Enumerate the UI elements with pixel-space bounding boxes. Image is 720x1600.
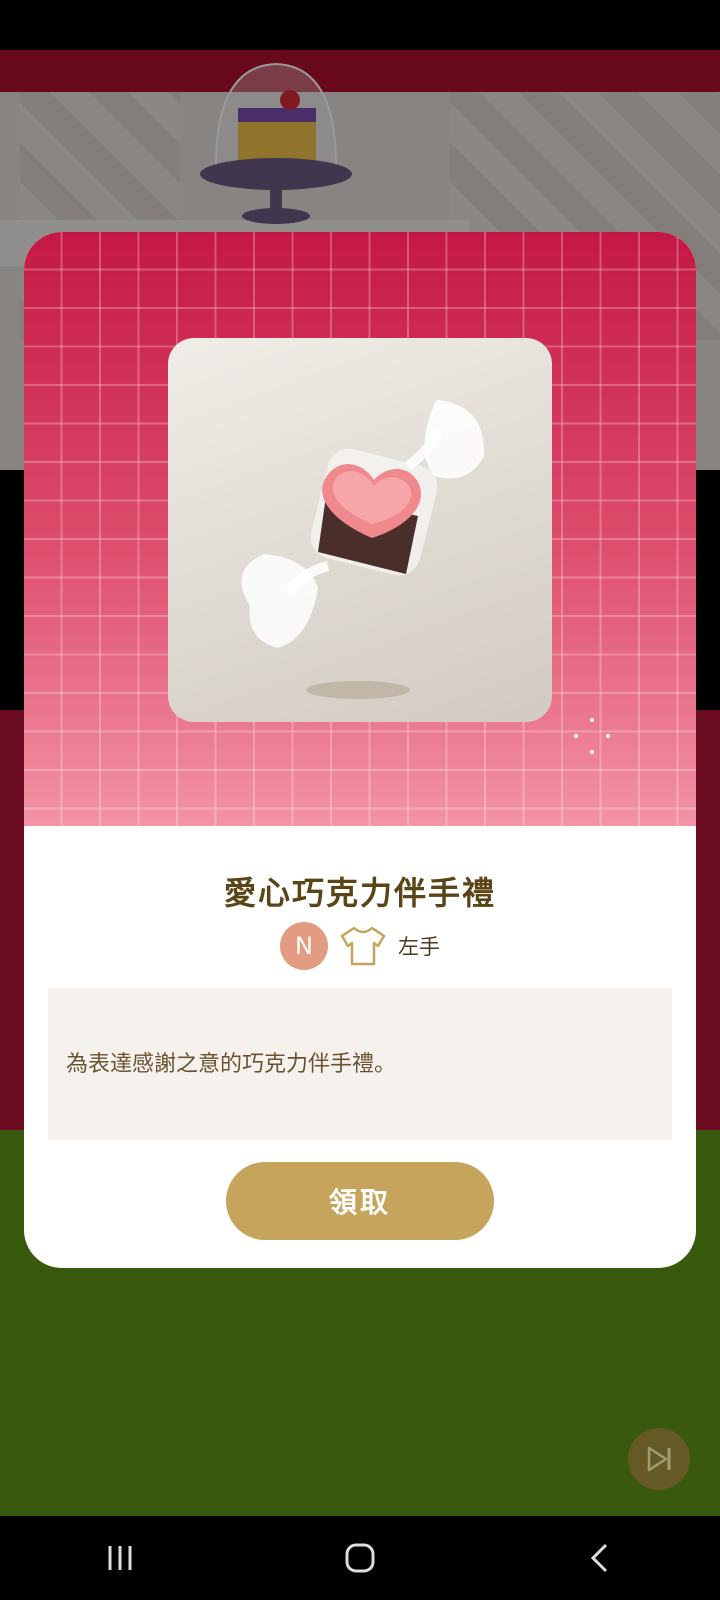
dialog-header — [24, 232, 696, 826]
skip-button[interactable] — [628, 1428, 690, 1490]
recents-icon — [108, 1546, 132, 1570]
item-description: 為表達感謝之意的巧克力伴手禮。 — [66, 1052, 397, 1077]
nav-home-button[interactable] — [320, 1528, 400, 1588]
item-reward-dialog: 愛心巧克力伴手禮 N 左手 為表達感謝之意的巧克力伴手禮。 領取 — [24, 232, 696, 1268]
sparkle-icon — [574, 718, 610, 754]
item-image-card — [168, 338, 552, 722]
item-meta: N 左手 — [24, 920, 696, 972]
description-box: 為表達感謝之意的巧克力伴手禮。 — [48, 988, 672, 1140]
shirt-icon — [340, 926, 386, 966]
nav-recents-button[interactable] — [80, 1528, 160, 1588]
nav-back-button[interactable] — [560, 1528, 640, 1588]
skip-forward-icon — [647, 1446, 671, 1472]
claim-button[interactable]: 領取 — [226, 1162, 494, 1240]
home-icon — [345, 1543, 375, 1573]
item-name: 愛心巧克力伴手禮 — [223, 874, 496, 912]
heart-chocolate-gift-icon — [241, 400, 485, 699]
equip-slot-label: 左手 — [398, 935, 440, 959]
back-icon — [590, 1543, 608, 1573]
system-nav-bar — [0, 1516, 720, 1600]
rarity-badge: N — [280, 922, 328, 970]
status-bar — [0, 0, 720, 50]
